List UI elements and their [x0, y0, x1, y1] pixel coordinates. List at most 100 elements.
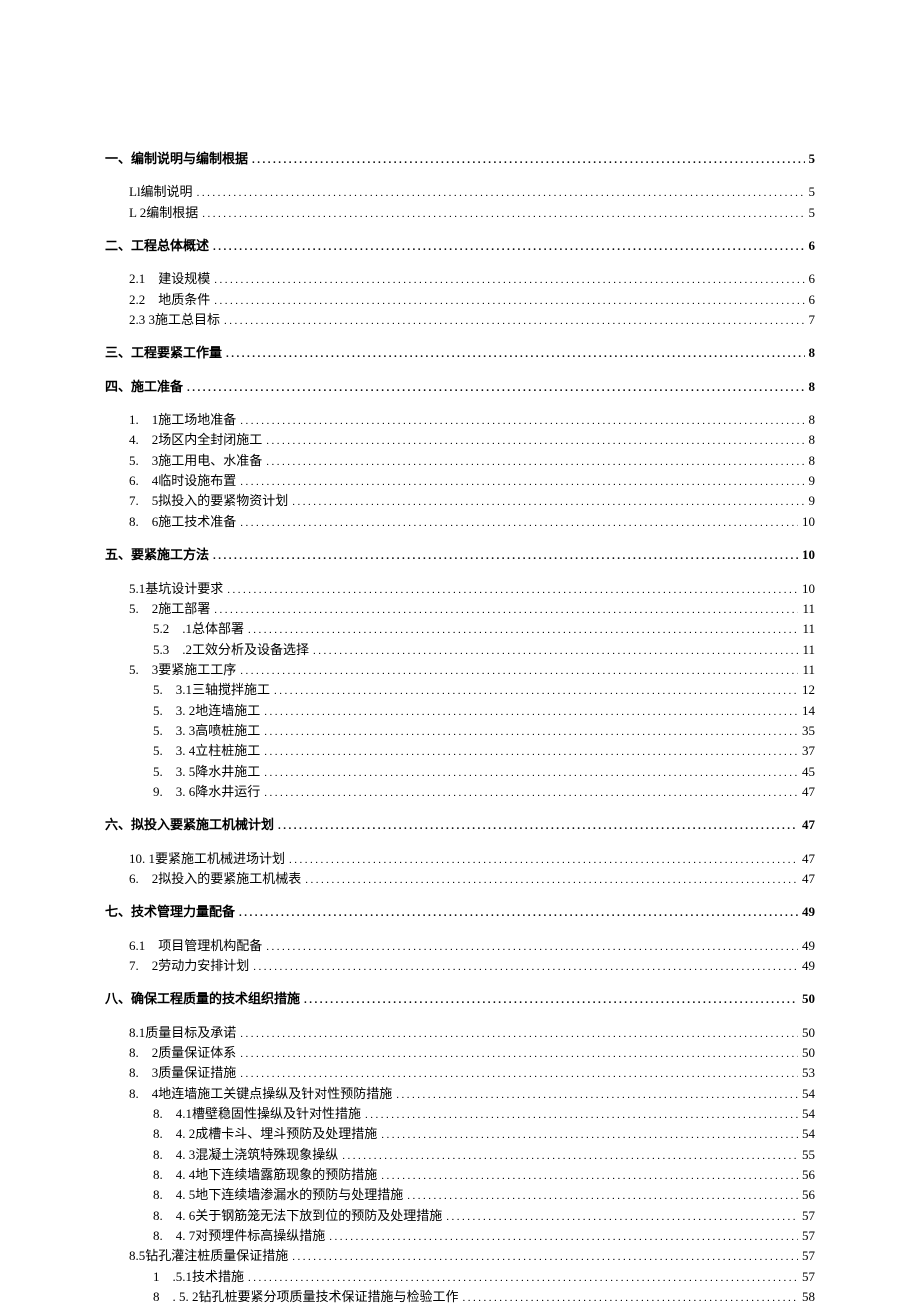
toc-entry: 三、工程要紧工作量8 — [105, 344, 815, 362]
toc-entry-page: 58 — [802, 1288, 815, 1306]
toc-entry: 9. 3. 6降水井运行 47 — [153, 783, 815, 801]
toc-leader-dots — [239, 906, 798, 921]
toc-entry-page: 12 — [802, 681, 815, 699]
toc-entry-page: 9 — [809, 472, 816, 490]
toc-entry: 5. 3要紧施工工序11 — [129, 661, 815, 679]
toc-leader-dots — [446, 1210, 798, 1225]
toc-entry-label: 2.1 建设规模 — [129, 270, 210, 288]
toc-entry-label: 5.1基坑设计要求 — [129, 580, 223, 598]
toc-entry: 5. 3施工用电、水准备8 — [129, 452, 815, 470]
table-of-contents: 一、编制说明与编制根据5 Ll编制说明 5 L 2编制根据 5 二、工程总体概述 6 2.1 … — [105, 150, 815, 1306]
toc-entry-label: 六、拟投入要紧施工机械计划 — [105, 816, 274, 834]
toc-entry-page: 14 — [802, 702, 815, 720]
toc-leader-dots — [214, 294, 804, 309]
toc-entry-page: 10 — [802, 546, 815, 564]
toc-leader-dots — [264, 786, 798, 801]
toc-entry: 8. 2质量保证体系50 — [129, 1044, 815, 1062]
toc-entry-label: 8. 4地连墙施工关键点操纵及针对性预防措施 — [129, 1085, 392, 1103]
toc-leader-dots — [240, 664, 798, 679]
toc-entry-label: 8. 2质量保证体系 — [129, 1044, 236, 1062]
toc-entry-label: 5. 3要紧施工工序 — [129, 661, 236, 679]
toc-entry: 一、编制说明与编制根据5 — [105, 150, 815, 168]
toc-entry: 8. 4.1槽壁稳固性操纵及针对性措施54 — [153, 1105, 815, 1123]
toc-entry: 2.2 地质条件6 — [129, 291, 815, 309]
toc-leader-dots — [292, 495, 804, 510]
toc-entry-page: 11 — [802, 620, 815, 638]
toc-leader-dots — [240, 475, 804, 490]
toc-entry-label: 7. 5拟投入的要紧物资计划 — [129, 492, 288, 510]
toc-entry: 8. 4. 3混凝土浇筑特殊现象操纵 55 — [153, 1146, 815, 1164]
toc-entry: 5. 3. 5降水井施工45 — [153, 763, 815, 781]
toc-entry: 2.1 建设规模6 — [129, 270, 815, 288]
toc-entry-label: 七、技术管理力量配备 — [105, 903, 235, 921]
toc-leader-dots — [214, 273, 804, 288]
toc-entry-page: 10 — [802, 513, 815, 531]
toc-entry-label: 9. 3. 6降水井运行 — [153, 783, 260, 801]
toc-leader-dots — [187, 381, 804, 396]
toc-entry-label: 二、工程总体概述 — [105, 237, 209, 255]
toc-entry: 8. 4. 5地下连续墙渗漏水的预防与处理措施56 — [153, 1186, 815, 1204]
toc-entry-page: 8 — [809, 378, 816, 396]
toc-entry-label: 5. 3. 2地连墙施工 — [153, 702, 260, 720]
toc-entry: 5. 3.1三轴搅拌施工 12 — [153, 681, 815, 699]
toc-leader-dots — [240, 414, 804, 429]
toc-entry-label: 2.3 3施工总目标 — [129, 311, 220, 329]
toc-leader-dots — [248, 623, 798, 638]
toc-leader-dots — [264, 705, 798, 720]
toc-entry-page: 9 — [809, 492, 816, 510]
toc-entry-label: 5. 3.1三轴搅拌施工 — [153, 681, 270, 699]
toc-entry-label: 8. 4. 4地下连续墙露筋现象的预防措施 — [153, 1166, 377, 1184]
toc-entry-label: 4. 2场区内全封闭施工 — [129, 431, 262, 449]
toc-entry: 6.1 项目管理机构配备49 — [129, 937, 815, 955]
toc-entry-page: 47 — [802, 783, 815, 801]
toc-leader-dots — [266, 940, 798, 955]
toc-entry-page: 57 — [802, 1247, 815, 1265]
toc-leader-dots — [224, 314, 804, 329]
toc-leader-dots — [313, 644, 798, 659]
toc-entry-label: Ll编制说明 — [129, 183, 193, 201]
toc-entry-label: 五、要紧施工方法 — [105, 546, 209, 564]
toc-entry: 二、工程总体概述 6 — [105, 237, 815, 255]
toc-entry: L 2编制根据 5 — [129, 204, 815, 222]
toc-leader-dots — [264, 725, 798, 740]
toc-entry: 8. 4. 4地下连续墙露筋现象的预防措施56 — [153, 1166, 815, 1184]
toc-entry: 6. 2拟投入的要紧施工机械表47 — [129, 870, 815, 888]
toc-entry: 7. 2劳动力安排计划49 — [129, 957, 815, 975]
toc-leader-dots — [264, 745, 798, 760]
toc-leader-dots — [463, 1291, 798, 1306]
toc-entry-label: 8 . 5. 2钻孔桩要紧分项质量技术保证措施与检验工作 — [153, 1288, 459, 1306]
toc-leader-dots — [214, 603, 798, 618]
toc-entry-page: 8 — [809, 452, 816, 470]
toc-leader-dots — [304, 993, 798, 1008]
toc-leader-dots — [342, 1149, 798, 1164]
toc-leader-dots — [227, 583, 798, 598]
toc-entry-label: 8. 4. 3混凝土浇筑特殊现象操纵 — [153, 1146, 338, 1164]
toc-entry-page: 5 — [809, 204, 816, 222]
toc-entry-label: 1 .5.1技术措施 — [153, 1268, 244, 1286]
toc-leader-dots — [240, 1067, 798, 1082]
toc-entry: 8. 4地连墙施工关键点操纵及针对性预防措施54 — [129, 1085, 815, 1103]
toc-entry-label: 10. 1要紧施工机械进场计划 — [129, 850, 285, 868]
toc-leader-dots — [240, 1027, 798, 1042]
toc-entry: 六、拟投入要紧施工机械计划47 — [105, 816, 815, 834]
toc-entry-page: 50 — [802, 990, 815, 1008]
toc-entry: 5.2 .1总体部署11 — [153, 620, 815, 638]
toc-entry-label: 8.1质量目标及承诺 — [129, 1024, 236, 1042]
toc-entry-page: 57 — [802, 1227, 815, 1245]
toc-entry-page: 6 — [809, 237, 816, 255]
toc-entry-page: 5 — [809, 183, 816, 201]
toc-entry: 8 . 5. 2钻孔桩要紧分项质量技术保证措施与检验工作 58 — [153, 1288, 815, 1306]
toc-leader-dots — [240, 516, 798, 531]
toc-entry-page: 49 — [802, 957, 815, 975]
toc-entry-label: 5. 3. 5降水井施工 — [153, 763, 260, 781]
toc-entry-label: 6. 2拟投入的要紧施工机械表 — [129, 870, 301, 888]
toc-entry-page: 8 — [809, 344, 816, 362]
toc-entry-label: L 2编制根据 — [129, 204, 198, 222]
toc-leader-dots — [252, 153, 804, 168]
toc-entry-label: 5. 3. 3高喷桩施工 — [153, 722, 260, 740]
toc-entry-label: 2.2 地质条件 — [129, 291, 210, 309]
toc-leader-dots — [365, 1108, 798, 1123]
toc-entry: 5.1基坑设计要求 10 — [129, 580, 815, 598]
toc-entry-page: 37 — [802, 742, 815, 760]
toc-entry-page: 57 — [802, 1207, 815, 1225]
